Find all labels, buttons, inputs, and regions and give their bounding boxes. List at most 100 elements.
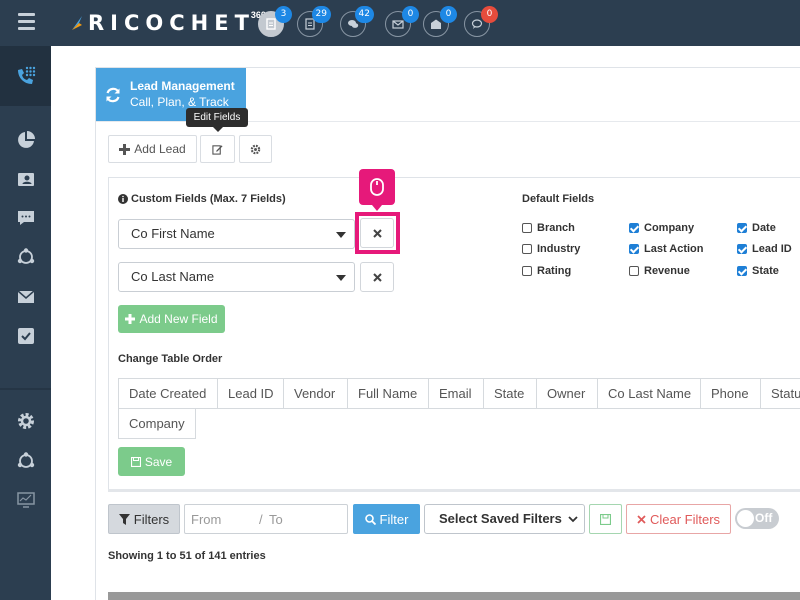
checkbox[interactable] [522, 266, 532, 276]
sidebar-item-reports[interactable] [0, 125, 51, 155]
sidebar-item-tasks[interactable] [0, 321, 51, 351]
column-chip-date-created[interactable]: Date Created [118, 378, 218, 409]
filters-toggle-button[interactable]: Filters [108, 504, 180, 534]
custom-fields-heading: Custom Fields (Max. 7 Fields) [118, 193, 286, 205]
default-field-last-action[interactable]: Last Action [629, 243, 704, 255]
top-navbar: RICOCHET 360 3 29 42 0 0 0 [0, 0, 800, 46]
default-field-revenue[interactable]: Revenue [629, 265, 690, 277]
sidebar-item-chat[interactable] [0, 203, 51, 233]
envelope-icon [17, 290, 34, 303]
default-field-branch[interactable]: Branch [522, 222, 575, 234]
checkbox-checked[interactable] [737, 266, 747, 276]
checkbox[interactable] [629, 266, 639, 276]
column-chip-company[interactable]: Company [118, 408, 196, 439]
checkbox-checked[interactable] [629, 223, 639, 233]
column-chip-state[interactable]: State [483, 378, 537, 409]
save-label: Save [144, 454, 173, 469]
checkbox[interactable] [522, 223, 532, 233]
inbox-nav-button[interactable]: 0 [423, 6, 457, 37]
date-range-input[interactable]: From / To [184, 504, 348, 534]
column-chip-co-last-name[interactable]: Co Last Name [597, 378, 701, 409]
leads-badge: 3 [275, 6, 292, 23]
default-field-label: Date [752, 222, 776, 234]
page-title: Lead Management [130, 79, 235, 93]
save-filter-button[interactable] [589, 504, 622, 534]
table-order-heading: Change Table Order [118, 353, 223, 365]
column-chip-owner[interactable]: Owner [536, 378, 598, 409]
logo-text: RICOCHET [88, 11, 255, 35]
checkbox-checked[interactable] [737, 244, 747, 254]
documents-nav-button[interactable]: 29 [297, 6, 331, 37]
date-from-placeholder[interactable]: From [191, 512, 221, 527]
mail-nav-button[interactable]: 0 [385, 6, 419, 37]
clear-filters-button[interactable]: Clear Filters [626, 504, 731, 534]
sidebar-item-contacts[interactable] [0, 164, 51, 194]
chats-nav-button[interactable]: 42 [340, 6, 374, 37]
sidebar [0, 46, 51, 600]
click-target-highlight [355, 212, 400, 254]
sidebar-item-dialer[interactable] [0, 46, 51, 106]
messages-nav-button[interactable]: 0 [464, 6, 498, 37]
app-logo[interactable]: RICOCHET 360 [70, 10, 266, 36]
sidebar-item-dashboard[interactable] [0, 485, 51, 515]
remove-custom-field-2-button[interactable] [360, 262, 394, 292]
default-field-company[interactable]: Company [629, 222, 694, 234]
documents-badge: 29 [311, 6, 331, 23]
add-new-field-label: Add New Field [139, 312, 218, 326]
default-field-industry[interactable]: Industry [522, 243, 580, 255]
plus-icon [125, 314, 136, 324]
phone-dialpad-icon [17, 66, 35, 84]
default-field-rating[interactable]: Rating [522, 265, 571, 277]
entries-count: Showing 1 to 51 of 141 entries [108, 550, 266, 562]
chevron-down-icon [336, 232, 346, 238]
hamburger-menu-icon[interactable] [18, 13, 35, 30]
add-lead-button[interactable]: Add Lead [108, 135, 197, 163]
messages-badge: 0 [481, 6, 498, 23]
column-chip-lead-id[interactable]: Lead ID [217, 378, 284, 409]
edit-fields-tooltip: Edit Fields [186, 108, 248, 132]
column-chip-full-name[interactable]: Full Name [347, 378, 429, 409]
share-nodes-icon [17, 452, 34, 468]
chat-icon [17, 211, 34, 225]
column-chip-status[interactable]: Status [760, 378, 800, 409]
checklist-icon [17, 328, 34, 344]
edit-fields-button[interactable] [200, 135, 235, 163]
custom-field-value-1: Co First Name [131, 226, 215, 241]
chevron-down-icon [336, 275, 346, 281]
column-chip-email[interactable]: Email [428, 378, 484, 409]
refresh-icon [106, 87, 120, 103]
add-new-field-button[interactable]: Add New Field [118, 305, 225, 333]
column-chip-phone[interactable]: Phone [700, 378, 761, 409]
monitor-icon [16, 492, 35, 508]
custom-field-select-2[interactable]: Co Last Name [118, 262, 355, 292]
sidebar-item-mail[interactable] [0, 282, 51, 312]
date-to-placeholder[interactable]: To [269, 512, 283, 527]
sidebar-divider [0, 388, 51, 390]
checkbox-checked[interactable] [629, 244, 639, 254]
checkbox-checked[interactable] [737, 223, 747, 233]
default-field-date[interactable]: Date [737, 222, 776, 234]
custom-field-value-2: Co Last Name [131, 269, 215, 284]
save-table-order-button[interactable]: Save [118, 447, 185, 476]
default-field-state[interactable]: State [737, 265, 779, 277]
date-range-separator: / [259, 512, 263, 527]
custom-field-select-1[interactable]: Co First Name [118, 219, 355, 249]
filter-button[interactable]: Filter [353, 504, 420, 534]
filters-label: Filters [133, 511, 170, 527]
contacts-icon [17, 173, 34, 186]
clear-filters-label: Clear Filters [649, 511, 721, 527]
pie-chart-icon [17, 131, 35, 148]
leads-nav-button[interactable]: 3 [258, 6, 292, 37]
default-field-lead-id[interactable]: Lead ID [737, 243, 792, 255]
sidebar-item-network[interactable] [0, 242, 51, 272]
default-field-label: State [752, 265, 779, 277]
gear-icon [17, 413, 34, 429]
sidebar-item-settings[interactable] [0, 406, 51, 436]
saved-filters-select[interactable]: Select Saved Filters [424, 504, 585, 534]
filter-toggle-switch[interactable]: Off [735, 508, 779, 529]
checkbox[interactable] [522, 244, 532, 254]
column-chip-vendor[interactable]: Vendor [283, 378, 348, 409]
settings-button[interactable] [239, 135, 272, 163]
gear-icon [250, 144, 261, 154]
sidebar-item-integrations[interactable] [0, 446, 51, 476]
